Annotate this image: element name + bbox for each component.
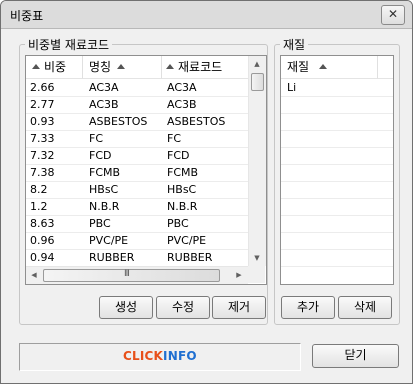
- cell-code: N.B.R: [167, 200, 198, 213]
- column-header-material[interactable]: 재질: [281, 56, 378, 79]
- sort-asc-icon: [32, 64, 40, 69]
- remove-button[interactable]: 삭제: [338, 296, 392, 319]
- cell-code: ASBESTOS: [167, 115, 226, 128]
- column-header-weight[interactable]: 비중: [26, 56, 83, 79]
- cell-name: ASBESTOS: [89, 115, 148, 128]
- clickinfo-logo: CLICKINFO: [123, 349, 197, 363]
- material-code-list[interactable]: 비중 명칭 재료코드 2.66 AC3A AC3A 2.77 AC3B AC3B 0.93 A…: [25, 55, 267, 285]
- table-row[interactable]: 8.63 PBC PBC: [26, 215, 248, 233]
- table-row[interactable]: 0.94 RUBBER RUBBER: [26, 249, 248, 267]
- cell-weight: 1.2: [30, 200, 48, 213]
- list-item[interactable]: [281, 249, 393, 267]
- cell-weight: 8.63: [30, 217, 55, 230]
- vertical-scroll-thumb[interactable]: [251, 73, 264, 91]
- scroll-grip-icon: III: [124, 269, 130, 279]
- list-item[interactable]: [281, 96, 393, 114]
- column-header-name[interactable]: 명칭: [83, 56, 162, 79]
- list-item[interactable]: [281, 147, 393, 165]
- material-group-title: 재질: [280, 36, 309, 53]
- scroll-down-icon[interactable]: ▼: [249, 250, 265, 266]
- table-row[interactable]: 7.33 FC FC: [26, 130, 248, 148]
- cell-name: FCD: [89, 149, 112, 162]
- sort-asc-icon: [166, 64, 174, 69]
- status-bar: CLICKINFO: [19, 343, 301, 371]
- cell-weight: 0.96: [30, 234, 55, 247]
- list-item[interactable]: [281, 215, 393, 233]
- list-item[interactable]: [281, 113, 393, 131]
- scroll-corner: [248, 266, 265, 283]
- material-list[interactable]: 재질 Li: [280, 55, 394, 285]
- cell-code: FCD: [167, 149, 190, 162]
- cell-weight: 0.93: [30, 115, 55, 128]
- sort-asc-icon: [117, 64, 126, 69]
- cell-weight: 7.33: [30, 132, 55, 145]
- list-item[interactable]: [281, 198, 393, 216]
- cell-name: PVC/PE: [89, 234, 129, 247]
- cell-code: AC3B: [167, 98, 197, 111]
- cell-name: RUBBER: [89, 251, 135, 264]
- list-item[interactable]: [281, 130, 393, 148]
- dialog-window: 비중표 ✕ 비중별 재료코드 비중 명칭 재료코드 2.66 AC3A AC3A 2.…: [0, 0, 413, 384]
- scroll-left-icon[interactable]: ◀: [26, 267, 42, 283]
- table-row[interactable]: 2.77 AC3B AC3B: [26, 96, 248, 114]
- logo-info-text: INFO: [163, 349, 197, 363]
- scroll-up-icon[interactable]: ▲: [249, 56, 265, 72]
- table-row[interactable]: 7.32 FCD FCD: [26, 147, 248, 165]
- material-code-group-title: 비중별 재료코드: [25, 36, 113, 53]
- cell-name: FC: [89, 132, 104, 145]
- column-header-material-label: 재질: [287, 60, 310, 74]
- scroll-right-icon[interactable]: ▶: [231, 267, 247, 283]
- cell-name: AC3A: [89, 81, 119, 94]
- delete-button[interactable]: 제거: [212, 296, 266, 319]
- close-button[interactable]: 닫기: [312, 344, 399, 368]
- create-button[interactable]: 생성: [99, 296, 153, 319]
- logo-click-text: CLICK: [123, 349, 164, 363]
- table-row[interactable]: 2.66 AC3A AC3A: [26, 79, 248, 97]
- title-bar[interactable]: 비중표 ✕: [1, 1, 412, 29]
- cell-material: Li: [287, 81, 297, 94]
- cell-name: HBsC: [89, 183, 119, 196]
- cell-name: PBC: [89, 217, 111, 230]
- window-title: 비중표: [10, 9, 44, 23]
- cell-code: HBsC: [167, 183, 197, 196]
- cell-name: AC3B: [89, 98, 119, 111]
- column-header-code-label: 재료코드: [178, 60, 223, 74]
- cell-code: PBC: [167, 217, 189, 230]
- vertical-scrollbar[interactable]: ▲ ▼: [248, 56, 266, 266]
- list-item[interactable]: Li: [281, 79, 393, 97]
- cell-weight: 8.2: [30, 183, 48, 196]
- cell-code: FC: [167, 132, 182, 145]
- list-item[interactable]: [281, 181, 393, 199]
- cell-weight: 2.66: [30, 81, 55, 94]
- close-window-button[interactable]: ✕: [381, 5, 405, 25]
- table-row[interactable]: 7.38 FCMB FCMB: [26, 164, 248, 182]
- column-header-code[interactable]: 재료코드: [162, 56, 249, 79]
- cell-code: FCMB: [167, 166, 199, 179]
- edit-button[interactable]: 수정: [156, 296, 210, 319]
- cell-weight: 2.77: [30, 98, 55, 111]
- cell-weight: 7.38: [30, 166, 55, 179]
- cell-name: FCMB: [89, 166, 121, 179]
- cell-code: AC3A: [167, 81, 197, 94]
- table-row[interactable]: 1.2 N.B.R N.B.R: [26, 198, 248, 216]
- list-item[interactable]: [281, 164, 393, 182]
- cell-weight: 7.32: [30, 149, 55, 162]
- sort-asc-icon: [319, 64, 328, 69]
- list-item[interactable]: [281, 232, 393, 250]
- column-header-filler: [378, 56, 393, 79]
- add-button[interactable]: 추가: [281, 296, 335, 319]
- column-header-name-label: 명칭: [89, 60, 112, 74]
- column-header-weight-label: 비중: [44, 60, 67, 74]
- horizontal-scrollbar[interactable]: ◀ III ▶: [26, 266, 248, 284]
- cell-name: N.B.R: [89, 200, 120, 213]
- table-row[interactable]: 0.93 ASBESTOS ASBESTOS: [26, 113, 248, 131]
- horizontal-scroll-thumb[interactable]: III: [43, 269, 220, 282]
- cell-code: RUBBER: [167, 251, 213, 264]
- cell-code: PVC/PE: [167, 234, 207, 247]
- table-row[interactable]: 8.2 HBsC HBsC: [26, 181, 248, 199]
- cell-weight: 0.94: [30, 251, 55, 264]
- table-row[interactable]: 0.96 PVC/PE PVC/PE: [26, 232, 248, 250]
